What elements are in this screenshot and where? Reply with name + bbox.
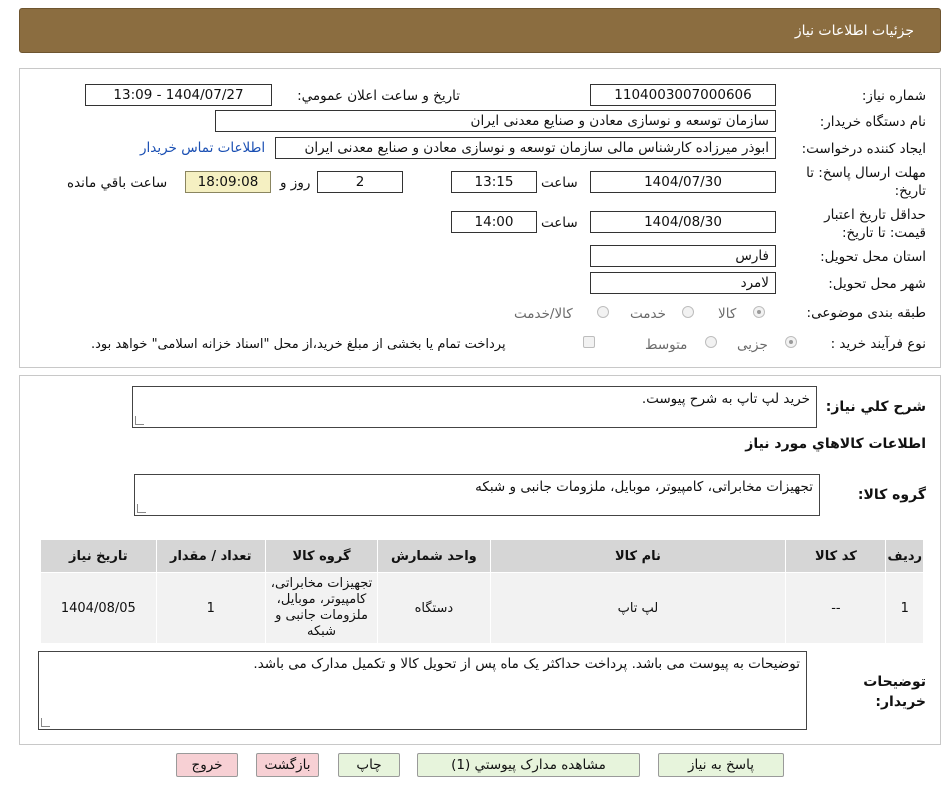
category-service-label: خدمت [630, 306, 666, 322]
city-label: شهر محل تحويل: [828, 276, 926, 292]
process-medium-label: متوسط [645, 337, 688, 353]
view-attachments-button[interactable]: مشاهده مدارک پيوستي (1) [417, 753, 640, 777]
cell-quantity: 1 [155, 572, 266, 644]
days-word: روز و [280, 175, 311, 191]
treasury-payment-checkbox[interactable] [583, 336, 595, 348]
buyer-notes-textarea[interactable]: توضیحات به پیوست می باشد. پرداخت حداکثر … [38, 651, 807, 730]
page-header: جزئیات اطلاعات نیاز [19, 8, 941, 53]
deadline-label: مهلت ارسال پاسخ: تا تاریخ: [806, 165, 926, 199]
buyer-org-label: نام دستگاه خريدار: [819, 114, 926, 130]
buyer-org-field: سازمان توسعه و نوسازی معادن و صنایع معدن… [215, 110, 776, 132]
summary-text: خرید لپ تاپ به شرح پیوست. [641, 391, 810, 407]
col-quantity: تعداد / مقدار [155, 539, 266, 573]
category-goods-radio[interactable] [753, 306, 765, 318]
back-button[interactable]: بازگشت [256, 753, 319, 777]
cell-unit: دستگاه [377, 572, 491, 644]
col-need-date: تاریخ نیاز [40, 539, 157, 573]
items-heading: اطلاعات كالاهاي مورد نياز [745, 436, 926, 452]
col-group: گروه کالا [264, 539, 379, 573]
validity-time-word: ساعت [541, 215, 578, 231]
col-unit: واحد شمارش [377, 539, 491, 573]
reply-button[interactable]: پاسخ به نياز [658, 753, 784, 777]
need-number-label: شماره نیاز: [861, 88, 926, 104]
process-minor-label: جزیی [737, 337, 768, 353]
process-label: نوع فرآیند خرید : [830, 336, 926, 352]
buyer-contact-link[interactable]: اطلاعات تماس خريدار [140, 140, 265, 156]
goods-group-label: گروه کالا: [857, 487, 926, 503]
page-title: جزئیات اطلاعات نیاز [794, 23, 914, 39]
col-row: رديف [885, 539, 924, 573]
table-header-row: رديف کد کالا نام کالا واحد شمارش گروه کا… [40, 539, 924, 573]
summary-label: شرح كلي نياز: [825, 399, 926, 415]
resize-handle-icon[interactable] [41, 718, 50, 727]
deadline-time-word: ساعت [541, 175, 578, 191]
remaining-time-field: 18:09:08 [185, 171, 271, 193]
announce-datetime-field: 1404/07/27 - 13:09 [85, 84, 272, 106]
announce-label: تاریخ و ساعت اعلان عمومي: [297, 88, 460, 104]
requester-field: ابوذر میرزاده کارشناس مالی سازمان توسعه … [275, 137, 776, 159]
exit-button[interactable]: خروج [176, 753, 238, 777]
category-goods-service-radio[interactable] [597, 306, 609, 318]
remaining-days-field: 2 [317, 171, 403, 193]
col-code: کد کالا [785, 539, 887, 573]
province-field: فارس [590, 245, 776, 267]
cell-need-date: 1404/08/05 [40, 572, 157, 644]
cell-name: لپ تاپ [489, 572, 787, 644]
process-medium-radio[interactable] [705, 336, 717, 348]
category-service-radio[interactable] [682, 306, 694, 318]
process-minor-radio[interactable] [785, 336, 797, 348]
goods-group-text: تجهیزات مخابراتی، کامپیوتر، موبایل، ملزو… [475, 479, 813, 495]
requester-label: ايجاد كننده درخواست: [801, 141, 926, 157]
deadline-date-field: 1404/07/30 [590, 171, 776, 193]
category-label: طبقه بندی موضوعی: [806, 305, 926, 321]
summary-textarea[interactable]: خرید لپ تاپ به شرح پیوست. [132, 386, 817, 428]
col-name: نام کالا [489, 539, 787, 573]
cell-code: -- [785, 572, 887, 644]
buyer-notes-label: توضیحات خريدار: [863, 674, 926, 710]
remaining-word: ساعت باقي مانده [67, 175, 168, 191]
city-field: لامرد [590, 272, 776, 294]
province-label: استان محل تحويل: [820, 249, 926, 265]
print-button[interactable]: چاپ [338, 753, 400, 777]
category-goods-service-label: کالا/خدمت [514, 306, 573, 322]
goods-group-textarea[interactable]: تجهیزات مخابراتی، کامپیوتر، موبایل، ملزو… [134, 474, 820, 516]
treasury-payment-note: پرداخت تمام یا بخشی از مبلغ خرید،از محل … [91, 337, 506, 352]
items-table: رديف کد کالا نام کالا واحد شمارش گروه کا… [40, 539, 924, 644]
cell-group: تجهیزات مخابراتی، کامپیوتر، موبایل، ملزو… [264, 572, 379, 644]
deadline-time-field: 13:15 [451, 171, 537, 193]
validity-label: حداقل تاریخ اعتبار قیمت: تا تاریخ: [824, 207, 926, 241]
cell-row: 1 [885, 572, 924, 644]
category-goods-label: کالا [718, 306, 737, 322]
buyer-notes-text: توضیحات به پیوست می باشد. پرداخت حداکثر … [253, 656, 800, 672]
validity-time-field: 14:00 [451, 211, 537, 233]
need-number-field: 1104003007000606 [590, 84, 776, 106]
resize-handle-icon[interactable] [137, 504, 146, 513]
validity-date-field: 1404/08/30 [590, 211, 776, 233]
resize-handle-icon[interactable] [135, 416, 144, 425]
table-row: 1 -- لپ تاپ دستگاه تجهیزات مخابراتی، کام… [40, 572, 924, 644]
